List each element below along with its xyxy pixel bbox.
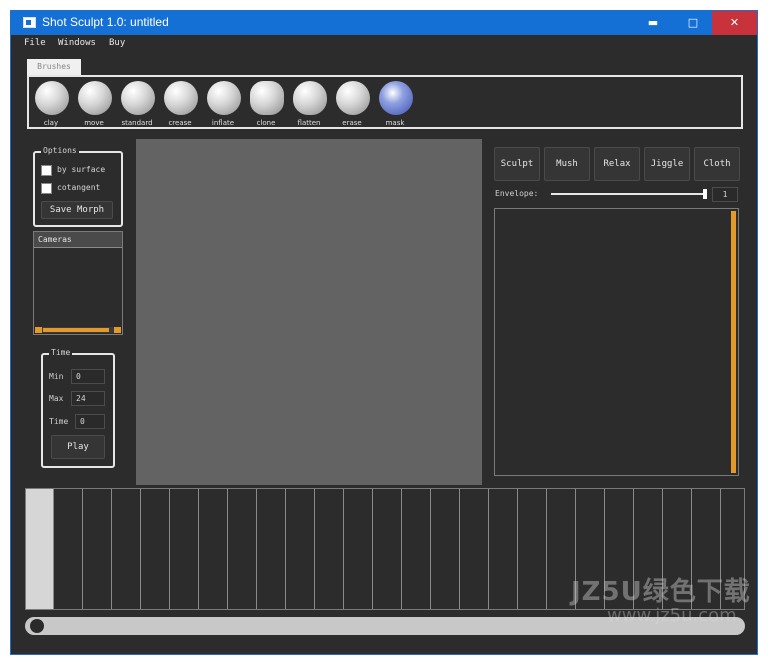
brush-label: crease [168, 119, 192, 127]
brush-crease[interactable]: crease [160, 81, 200, 129]
jiggle-button[interactable]: Jiggle [644, 147, 690, 181]
layers-panel[interactable] [494, 208, 739, 476]
min-field[interactable]: 0 [71, 369, 105, 384]
menu-file[interactable]: File [24, 38, 46, 48]
brush-label: clay [43, 119, 59, 127]
scrollbar-thumb[interactable] [43, 328, 109, 332]
timeline-frame[interactable] [54, 489, 83, 609]
timeline-frame[interactable] [373, 489, 402, 609]
brush-label: move [84, 119, 104, 127]
sculpt-button[interactable]: Sculpt [494, 147, 540, 181]
time-title: Time [49, 348, 73, 357]
options-group: Options by surface cotangent Save Morph [33, 146, 123, 227]
clay-brush-icon [35, 81, 69, 115]
timeline-frame[interactable] [170, 489, 199, 609]
relax-button[interactable]: Relax [594, 147, 640, 181]
app-window: Shot Sculpt 1.0: untitled ▬ □ ✕ File Win… [10, 10, 758, 655]
timeline-frame[interactable] [141, 489, 170, 609]
brush-label: erase [342, 119, 362, 127]
viewport[interactable] [136, 139, 482, 485]
max-field[interactable]: 24 [71, 391, 105, 406]
timeline-frame[interactable] [199, 489, 228, 609]
timeline-frame[interactable] [402, 489, 431, 609]
envelope-slider-handle[interactable] [703, 189, 707, 199]
brush-standard[interactable]: standard [117, 81, 157, 129]
max-label: Max [49, 394, 64, 403]
play-button[interactable]: Play [51, 435, 105, 459]
by-surface-checkbox[interactable] [41, 165, 52, 176]
mush-button[interactable]: Mush [544, 147, 590, 181]
inflate-brush-icon [207, 81, 241, 115]
menu-windows[interactable]: Windows [58, 38, 96, 48]
standard-brush-icon [121, 81, 155, 115]
time-label: Time [49, 417, 69, 426]
envelope-slider[interactable] [551, 193, 707, 195]
watermark-url: www.jz5u.com [607, 605, 737, 626]
timeline-frame[interactable] [518, 489, 547, 609]
move-brush-icon [78, 81, 112, 115]
timeline-frame[interactable] [257, 489, 286, 609]
save-morph-button[interactable]: Save Morph [41, 201, 113, 219]
scrubber-knob[interactable] [30, 619, 44, 633]
timeline-frame[interactable] [315, 489, 344, 609]
timeline-frame[interactable] [83, 489, 112, 609]
watermark-text: JZ5U绿色下载 [571, 577, 751, 607]
title-bar[interactable]: Shot Sculpt 1.0: untitled ▬ □ ✕ [11, 11, 757, 35]
timeline-frame[interactable] [26, 489, 54, 609]
brush-move[interactable]: move [74, 81, 114, 129]
cameras-list[interactable]: Cameras [33, 231, 123, 335]
minimize-button[interactable]: ▬ [633, 11, 673, 35]
timeline-frame[interactable] [228, 489, 257, 609]
scroll-right-icon[interactable] [114, 327, 121, 333]
maximize-button[interactable]: □ [673, 11, 713, 35]
brushes-tab[interactable]: Brushes [27, 59, 81, 75]
window-title: Shot Sculpt 1.0: untitled [42, 15, 169, 29]
brush-label: mask [385, 119, 405, 127]
menu-bar: File Windows Buy [11, 36, 757, 52]
cloth-button[interactable]: Cloth [694, 147, 740, 181]
brush-mask[interactable]: mask [375, 81, 415, 129]
timeline-frame[interactable] [286, 489, 315, 609]
envelope-label: Envelope: [495, 189, 539, 198]
menu-buy[interactable]: Buy [109, 38, 125, 48]
cameras-scrollbar[interactable] [35, 327, 121, 333]
brush-inflate[interactable]: inflate [203, 81, 243, 129]
clone-brush-icon [250, 81, 284, 115]
timeline-frame[interactable] [344, 489, 373, 609]
timeline-frame[interactable] [460, 489, 489, 609]
crease-brush-icon [164, 81, 198, 115]
cameras-header: Cameras [34, 232, 122, 248]
brush-clone[interactable]: clone [246, 81, 286, 129]
time-group: Time Min 0 Max 24 Time 0 Play [41, 348, 115, 468]
min-label: Min [49, 372, 64, 381]
timeline-frame[interactable] [489, 489, 518, 609]
brush-clay[interactable]: clay [31, 81, 71, 129]
erase-brush-icon [336, 81, 370, 115]
brush-label: clone [256, 119, 276, 127]
time-field[interactable]: 0 [75, 414, 105, 429]
brush-label: inflate [211, 119, 235, 127]
brush-flatten[interactable]: flatten [289, 81, 329, 129]
timeline-frame[interactable] [112, 489, 141, 609]
by-surface-label: by surface [57, 165, 106, 174]
flatten-brush-icon [293, 81, 327, 115]
close-button[interactable]: ✕ [712, 11, 757, 35]
app-icon [23, 17, 36, 28]
brush-erase[interactable]: erase [332, 81, 372, 129]
cotangent-checkbox[interactable] [41, 183, 52, 194]
brush-label: standard [121, 119, 153, 127]
layers-scrollbar[interactable] [731, 211, 736, 473]
options-title: Options [41, 146, 79, 155]
brush-label: flatten [297, 119, 321, 127]
scroll-left-icon[interactable] [35, 327, 42, 333]
envelope-value[interactable]: 1 [712, 187, 738, 202]
timeline-frame[interactable] [431, 489, 460, 609]
cotangent-label: cotangent [57, 183, 101, 192]
brush-panel: clay move standard crease inflate clone … [27, 75, 743, 129]
mask-brush-icon [379, 81, 413, 115]
